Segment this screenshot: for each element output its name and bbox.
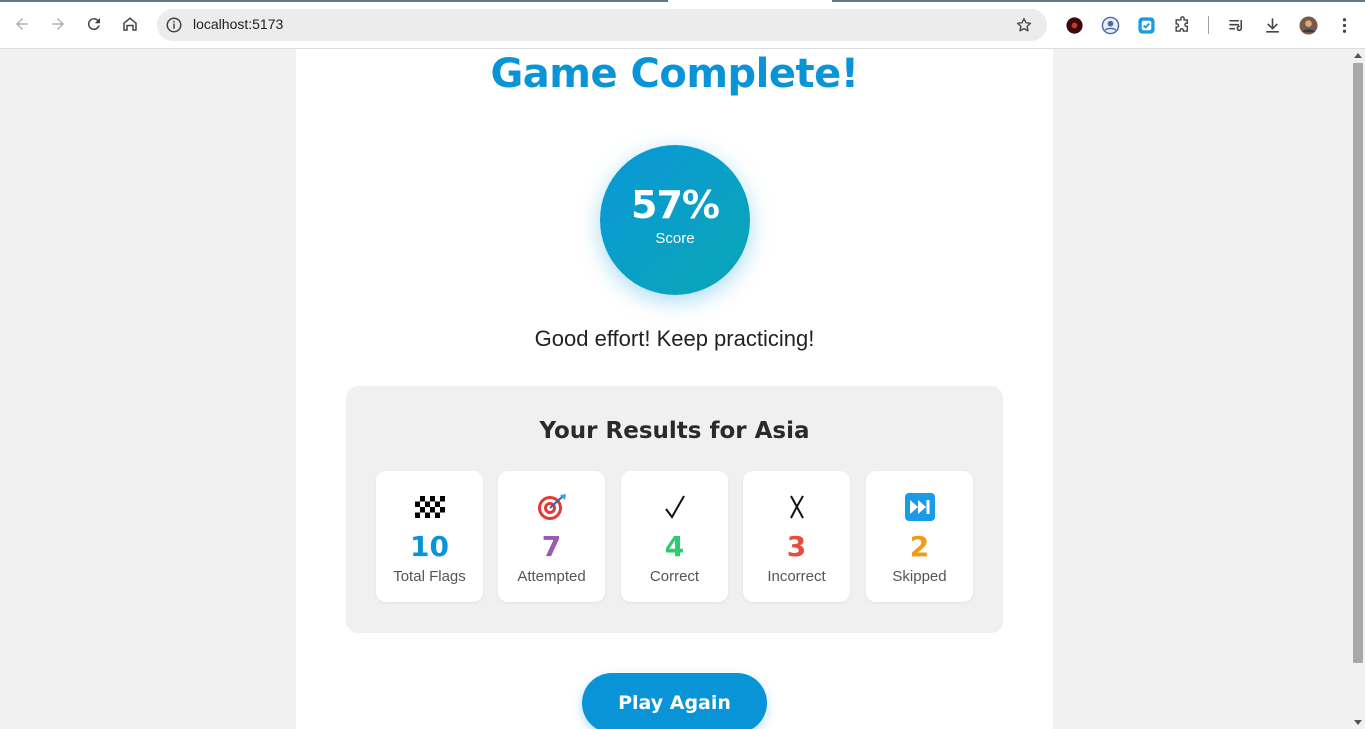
page-scrollbar[interactable] <box>1351 49 1365 729</box>
address-bar[interactable]: localhost:5173 <box>157 9 1047 41</box>
checkered-flag-icon <box>376 493 483 521</box>
scrollbar-thumb[interactable] <box>1353 63 1363 663</box>
feedback-message: Good effort! Keep practicing! <box>534 326 815 351</box>
page-viewport: Game Complete! 57% Score Good effort! Ke… <box>0 49 1351 729</box>
results-title: Your Results for Asia <box>539 418 810 444</box>
extension-record-button[interactable] <box>1064 15 1084 35</box>
score-circle: 57% Score <box>600 145 750 295</box>
stat-card-total-flags: 10 Total Flags <box>376 471 483 602</box>
home-icon <box>123 17 137 31</box>
extensions-puzzle-icon <box>1174 15 1188 32</box>
toolbar-separator <box>1208 16 1209 34</box>
bookmark-star-icon[interactable] <box>1015 16 1033 34</box>
url-text[interactable]: localhost:5173 <box>193 16 283 32</box>
page-title: Game Complete! <box>490 51 859 97</box>
avatar <box>1298 15 1318 35</box>
stat-value-skipped: 2 <box>909 530 930 563</box>
back-icon <box>16 18 28 30</box>
stat-label-incorrect: Incorrect <box>767 568 826 585</box>
browser-toolbar: localhost:5173 <box>0 0 1365 49</box>
extension-profile-icon <box>1101 16 1119 34</box>
profile-button[interactable] <box>1298 15 1318 35</box>
reload-icon <box>87 18 100 31</box>
site-info-icon[interactable] <box>165 16 183 34</box>
back-button[interactable] <box>11 13 33 35</box>
play-again-button[interactable]: Play Again <box>582 673 767 729</box>
extensions-button[interactable] <box>1172 15 1192 35</box>
reload-button[interactable] <box>83 13 105 35</box>
score-value: 57% <box>631 183 720 227</box>
stat-value-incorrect: 3 <box>786 530 807 563</box>
checkmark-icon <box>621 493 728 521</box>
scroll-up-arrow[interactable] <box>1354 53 1362 58</box>
results-panel: Your Results for Asia 10 Total Flags 7 A… <box>346 386 1003 633</box>
stat-label-attempted: Attempted <box>517 568 586 585</box>
stat-label-skipped: Skipped <box>892 568 947 585</box>
extension-record-icon <box>1065 16 1083 34</box>
stat-label-correct: Correct <box>649 568 700 585</box>
reading-list-button[interactable] <box>1226 15 1246 35</box>
download-icon <box>1265 17 1279 33</box>
extension-profile-button[interactable] <box>1100 15 1120 35</box>
cross-icon <box>743 493 850 521</box>
reading-list-icon <box>1228 19 1242 31</box>
menu-kebab-icon <box>1342 17 1346 33</box>
target-icon <box>498 493 605 521</box>
scroll-down-arrow[interactable] <box>1354 720 1362 725</box>
extension-check-button[interactable] <box>1136 15 1156 35</box>
stat-card-attempted: 7 Attempted <box>498 471 605 602</box>
stat-label-total-flags: Total Flags <box>393 568 466 585</box>
extension-check-icon <box>1137 16 1155 34</box>
stat-card-skipped: 2 Skipped <box>866 471 973 602</box>
stat-value-attempted: 7 <box>541 530 562 563</box>
game-result-card: Game Complete! 57% Score Good effort! Ke… <box>296 49 1053 729</box>
stat-value-correct: 4 <box>664 530 685 563</box>
browser-menu-button[interactable] <box>1334 15 1354 35</box>
stat-card-correct: 4 Correct <box>621 471 728 602</box>
forward-icon <box>52 18 64 30</box>
tab-strip-edge <box>0 0 1365 2</box>
downloads-button[interactable] <box>1262 15 1282 35</box>
stat-card-incorrect: 3 Incorrect <box>743 471 850 602</box>
stat-value-total-flags: 10 <box>410 530 449 563</box>
fast-forward-icon <box>866 493 973 521</box>
forward-button[interactable] <box>47 13 69 35</box>
home-button[interactable] <box>119 13 141 35</box>
score-label: Score <box>655 230 695 247</box>
